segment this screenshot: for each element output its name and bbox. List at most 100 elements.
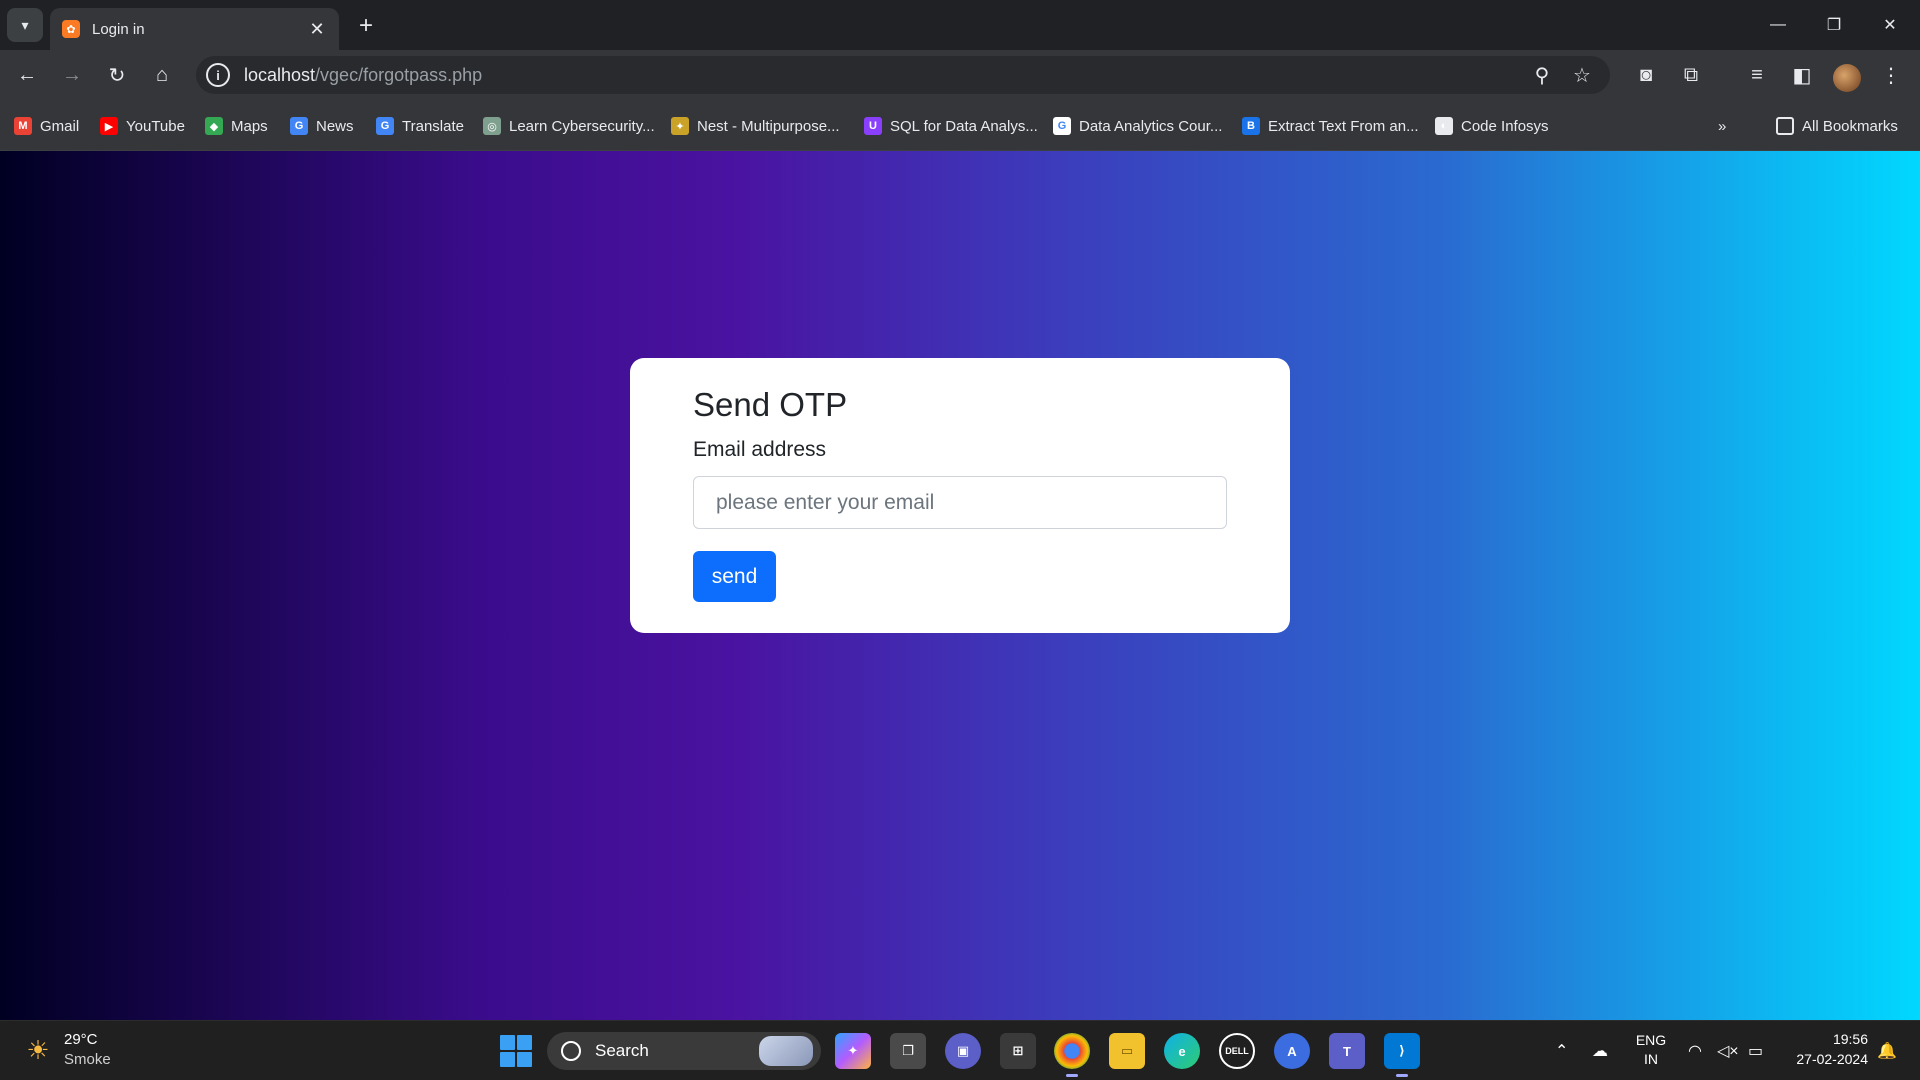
cybersecurity-icon: ◎ — [483, 117, 501, 135]
extract-text-icon: B — [1242, 117, 1260, 135]
bookmark-item[interactable]: ◐ Code Infosys — [1435, 114, 1549, 138]
code-infosys-icon: ◐ — [1435, 117, 1453, 135]
input-language-line2: IN — [1644, 1051, 1658, 1067]
forward-arrow-icon[interactable]: → — [55, 58, 89, 92]
browser-menu-icon[interactable]: ⋮ — [1876, 60, 1906, 90]
bookmark-item[interactable]: ✦ Nest - Multipurpose... — [671, 114, 840, 138]
weather-sun-icon[interactable]: ☀ — [22, 1034, 54, 1066]
taskbar-search-label: Search — [595, 1041, 649, 1060]
send-button[interactable]: send — [693, 551, 776, 602]
url-text[interactable]: localhost/vgec/forgotpass.php — [244, 65, 482, 86]
all-bookmarks-label: All Bookmarks — [1802, 117, 1898, 135]
dell-icon[interactable]: DELL — [1219, 1033, 1255, 1069]
tab-search-chevron-icon[interactable]: ▾ — [7, 8, 43, 42]
bookmark-item[interactable]: G News — [290, 114, 354, 138]
search-highlight-image — [759, 1036, 813, 1066]
nest-icon: ✦ — [671, 117, 689, 135]
site-info-icon[interactable]: i — [206, 63, 230, 87]
chrome-icon[interactable] — [1054, 1033, 1090, 1077]
bookmark-item[interactable]: G Translate — [376, 114, 464, 138]
tab-strip: ▾ ✿ Login in ✕ + — ❐ ✕ — [0, 0, 1920, 50]
bookmark-label: Extract Text From an... — [1268, 117, 1419, 135]
task-view-icon[interactable]: ❐ — [890, 1033, 926, 1069]
tray-overflow-chevron-icon[interactable]: ⌃ — [1555, 1041, 1568, 1061]
restore-icon[interactable]: ❐ — [1806, 0, 1862, 50]
bookmark-label: Data Analytics Cour... — [1079, 117, 1223, 135]
browser-toolbar: ← → ↻ ⌂ i localhost/vgec/forgotpass.php … — [0, 50, 1920, 100]
window-close-icon[interactable]: ✕ — [1862, 0, 1918, 50]
zoom-icon[interactable]: ⚲ — [1528, 61, 1556, 89]
email-input[interactable] — [693, 476, 1227, 529]
taskbar-search[interactable]: Search — [547, 1032, 821, 1070]
wifi-icon[interactable]: ◠ — [1688, 1041, 1702, 1061]
edge-icon[interactable]: e — [1164, 1033, 1200, 1069]
media-controls-icon[interactable]: ≡ — [1742, 60, 1772, 90]
weather-temperature[interactable]: 29°C — [64, 1031, 98, 1048]
bookmark-label: Learn Cybersecurity... — [509, 117, 655, 135]
bookmark-label: News — [316, 117, 354, 135]
bookmark-label: Gmail — [40, 117, 80, 135]
weather-description[interactable]: Smoke — [64, 1051, 111, 1068]
file-explorer-icon[interactable]: ▭ — [1109, 1033, 1145, 1069]
bookmark-label: Maps — [231, 117, 268, 135]
bookmark-item[interactable]: ◆ Maps — [205, 114, 268, 138]
address-bar[interactable]: i localhost/vgec/forgotpass.php ⚲ ☆ — [196, 56, 1610, 94]
extensions-puzzle-icon[interactable]: ⧉ — [1676, 60, 1706, 90]
gmail-icon: M — [14, 117, 32, 135]
all-bookmarks-button[interactable]: All Bookmarks — [1776, 114, 1898, 138]
bookmarks-bar: » All Bookmarks M Gmail ▶ YouTube ◆ Maps G News… — [0, 100, 1920, 151]
bookmark-item[interactable]: ◎ Learn Cybersecurity... — [483, 114, 655, 138]
vscode-icon[interactable]: ⟩ — [1384, 1033, 1420, 1077]
bookmark-label: Nest - Multipurpose... — [697, 117, 840, 135]
copilot-icon[interactable]: ✦ — [835, 1033, 871, 1069]
translate-icon: G — [376, 117, 394, 135]
bookmark-item[interactable]: ▶ YouTube — [100, 114, 185, 138]
bookmark-item[interactable]: U SQL for Data Analys... — [864, 114, 1038, 138]
folder-icon — [1776, 117, 1794, 135]
search-icon — [561, 1041, 581, 1061]
tab-title: Login in — [92, 20, 145, 38]
windows-taskbar: ☀ 29°C Smoke Search ✦ ❐ ▣ ⊞ ▭ e DELL A T… — [0, 1020, 1920, 1080]
bookmark-item[interactable]: G Data Analytics Cour... — [1053, 114, 1222, 138]
news-icon: G — [290, 117, 308, 135]
xampp-favicon-icon: ✿ — [62, 20, 80, 38]
form-title: Send OTP — [693, 386, 848, 423]
url-host: localhost — [244, 64, 316, 85]
active-tab[interactable]: ✿ Login in ✕ — [50, 8, 339, 50]
email-label: Email address — [693, 438, 827, 461]
back-arrow-icon[interactable]: ← — [10, 58, 44, 92]
maps-icon: ◆ — [205, 117, 223, 135]
sql-icon: U — [864, 117, 882, 135]
youtube-icon: ▶ — [100, 117, 118, 135]
reload-icon[interactable]: ↻ — [100, 58, 134, 92]
send-otp-card: Send OTP Email address send — [630, 358, 1290, 633]
minimize-icon[interactable]: — — [1750, 0, 1806, 50]
google-icon: G — [1053, 117, 1071, 135]
screenshot-camera-icon[interactable]: ◙ — [1631, 60, 1661, 90]
notification-bell-icon[interactable]: 🔔 — [1877, 1041, 1897, 1061]
bookmark-item[interactable]: B Extract Text From an... — [1242, 114, 1419, 138]
clock-date[interactable]: 27-02-2024 — [1782, 1051, 1868, 1067]
windows-start-icon[interactable] — [500, 1035, 532, 1067]
input-language[interactable]: ENG IN — [1634, 1031, 1668, 1069]
new-tab-plus-icon[interactable]: + — [352, 12, 380, 40]
onedrive-cloud-icon[interactable]: ☁ — [1592, 1041, 1608, 1061]
app-launcher-icon[interactable]: A — [1274, 1033, 1310, 1069]
battery-icon[interactable]: ▭ — [1748, 1041, 1763, 1061]
tab-close-icon[interactable]: ✕ — [307, 19, 327, 40]
page-viewport: Send OTP Email address send — [0, 151, 1920, 1020]
teams-chat-icon[interactable]: ▣ — [945, 1033, 981, 1069]
profile-avatar[interactable] — [1833, 64, 1861, 92]
microsoft-store-icon[interactable]: ⊞ — [1000, 1033, 1036, 1069]
bookmark-label: Translate — [402, 117, 464, 135]
home-icon[interactable]: ⌂ — [145, 58, 179, 92]
teams-icon[interactable]: T — [1329, 1033, 1365, 1069]
bookmark-item[interactable]: M Gmail — [14, 114, 79, 138]
bookmark-label: Code Infosys — [1461, 117, 1549, 135]
bookmark-star-icon[interactable]: ☆ — [1568, 61, 1596, 89]
speaker-muted-icon[interactable]: ◁× — [1717, 1041, 1739, 1061]
side-panel-icon[interactable]: ◧ — [1787, 60, 1817, 90]
bookmarks-overflow-icon[interactable]: » — [1718, 114, 1726, 138]
clock-time[interactable]: 19:56 — [1808, 1031, 1868, 1047]
bookmark-label: SQL for Data Analys... — [890, 117, 1038, 135]
